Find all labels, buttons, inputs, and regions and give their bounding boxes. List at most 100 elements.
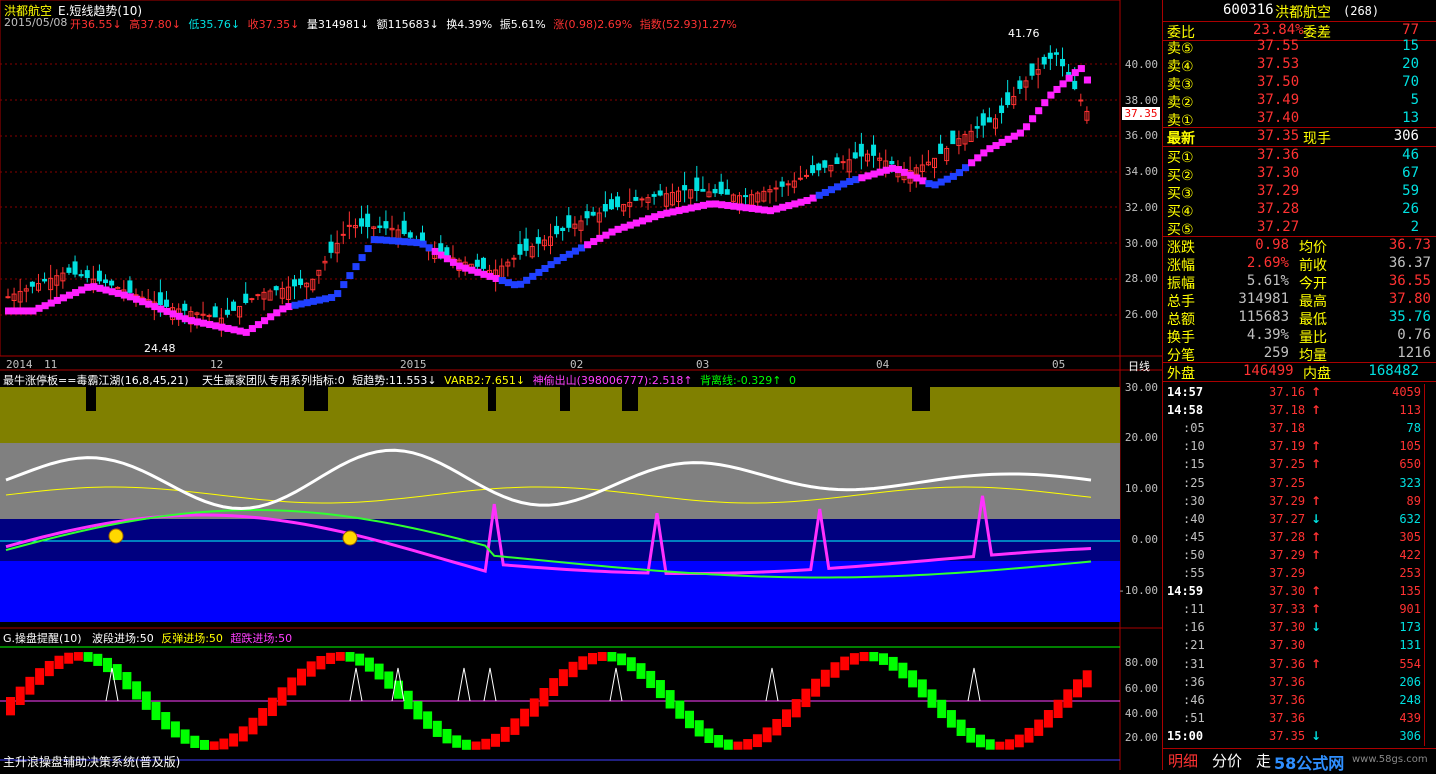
candle-body bbox=[163, 299, 169, 307]
tick-row[interactable]: :55 37.29 253 bbox=[1163, 565, 1436, 583]
level-row[interactable]: 卖④ 37.53 20 bbox=[1163, 56, 1436, 75]
candle-body bbox=[852, 152, 858, 159]
sub2-bar bbox=[25, 676, 35, 695]
tick-row[interactable]: :11 37.33 ↑ 901 bbox=[1163, 601, 1436, 619]
trend-band bbox=[974, 154, 982, 162]
webi-value: 23.84% bbox=[1253, 22, 1304, 38]
trend-band bbox=[992, 142, 1000, 150]
trend-band bbox=[1059, 80, 1067, 88]
tick-row[interactable]: 14:58 37.18 ↑ 113 bbox=[1163, 402, 1436, 420]
sub2-signal bbox=[349, 667, 363, 702]
candle-body bbox=[212, 306, 218, 318]
stat-value: 1216 bbox=[1397, 345, 1431, 361]
tick-row[interactable]: :15 37.25 ↑ 650 bbox=[1163, 456, 1436, 474]
tab-detail[interactable]: 明细 bbox=[1168, 750, 1198, 771]
tab-trend[interactable]: 走 bbox=[1256, 750, 1271, 771]
tick-price: 37.30 bbox=[1269, 584, 1306, 599]
level-row[interactable]: 卖② 37.49 5 bbox=[1163, 92, 1436, 111]
sub2-bar bbox=[1073, 679, 1082, 698]
sub2-part-2: 超跌进场:50 bbox=[230, 632, 293, 645]
candle-body bbox=[974, 126, 980, 129]
level-row[interactable]: 买② 37.30 67 bbox=[1163, 165, 1436, 184]
tick-row[interactable]: 14:57 37.16 ↑ 4059 bbox=[1163, 384, 1436, 402]
candle-body bbox=[999, 105, 1005, 114]
candle-body bbox=[785, 183, 791, 186]
sub2-bar bbox=[520, 708, 530, 727]
sub2-bar bbox=[1043, 710, 1053, 728]
sub1-y-tick: 20.00 bbox=[1124, 431, 1158, 444]
level-row[interactable]: 买⑤ 37.27 2 bbox=[1163, 219, 1436, 238]
stat-value: 115683 bbox=[1238, 309, 1289, 325]
candle-body bbox=[657, 190, 663, 196]
sub1-y-tick: 30.00 bbox=[1124, 381, 1158, 394]
level-price: 37.53 bbox=[1257, 56, 1300, 72]
sub2-y-tick: 20.00 bbox=[1124, 731, 1158, 744]
tab-price-distribution[interactable]: 分价 bbox=[1212, 750, 1242, 771]
trend-band bbox=[748, 204, 756, 212]
sub2-bar bbox=[510, 718, 520, 735]
quote-item-8: 涨(0.98)2.69% bbox=[553, 18, 636, 31]
tick-row[interactable]: 14:59 37.30 ↑ 135 bbox=[1163, 583, 1436, 601]
period-label[interactable]: 日线 bbox=[1128, 358, 1150, 374]
trend-band bbox=[175, 312, 183, 320]
candle-body bbox=[535, 237, 541, 244]
high-label: 41.76 bbox=[1008, 27, 1040, 40]
candle-body bbox=[517, 244, 523, 255]
stat-label: 最低 bbox=[1299, 312, 1327, 328]
trend-band bbox=[1016, 129, 1024, 137]
tick-row[interactable]: :30 37.29 ↑ 89 bbox=[1163, 493, 1436, 511]
candle-body bbox=[255, 294, 261, 297]
sub2-bar bbox=[44, 660, 54, 677]
tick-row[interactable]: :10 37.19 ↑ 105 bbox=[1163, 438, 1436, 456]
chart-area[interactable]: 洪都航空 E.短线趋势(10) 2015/05/08 开36.55↓ 高37.8… bbox=[0, 0, 1162, 770]
tick-row[interactable]: :45 37.28 ↑ 305 bbox=[1163, 529, 1436, 547]
level-row[interactable]: 卖⑤ 37.55 15 bbox=[1163, 38, 1436, 57]
stat-label: 最高 bbox=[1299, 294, 1327, 310]
level-row[interactable]: 买① 37.36 46 bbox=[1163, 147, 1436, 166]
trend-band bbox=[352, 263, 360, 271]
tick-row[interactable]: :51 37.36 439 bbox=[1163, 710, 1436, 728]
trend-band bbox=[1029, 115, 1037, 123]
tick-row[interactable]: :46 37.36 248 bbox=[1163, 692, 1436, 710]
trend-band bbox=[724, 201, 732, 209]
tick-row[interactable]: :40 37.27 ↓ 632 bbox=[1163, 511, 1436, 529]
tick-row[interactable]: :21 37.30 131 bbox=[1163, 637, 1436, 655]
tick-scrollbar[interactable] bbox=[1424, 384, 1436, 746]
tick-row[interactable]: :31 37.36 ↑ 554 bbox=[1163, 656, 1436, 674]
trend-band bbox=[553, 257, 561, 265]
level-row[interactable]: 卖③ 37.50 70 bbox=[1163, 74, 1436, 93]
level-row[interactable]: 买④ 37.28 26 bbox=[1163, 201, 1436, 220]
candle-body bbox=[523, 238, 529, 251]
stat-label: 总额 bbox=[1167, 312, 1195, 328]
trend-band bbox=[712, 200, 720, 208]
main-y-tick: 34.00 bbox=[1124, 165, 1158, 178]
trend-band bbox=[242, 328, 250, 336]
level-row[interactable]: 卖① 37.40 13 bbox=[1163, 110, 1436, 129]
level-row[interactable]: 买③ 37.29 59 bbox=[1163, 183, 1436, 202]
tick-row[interactable]: :25 37.25 323 bbox=[1163, 475, 1436, 493]
quote-line: 开36.55↓ 高37.80↓ 低35.76↓ 收37.35↓ 量314981↓… bbox=[70, 16, 741, 32]
candle-body bbox=[700, 188, 706, 192]
trend-band bbox=[108, 288, 116, 296]
sub2-bar bbox=[297, 668, 306, 686]
trend-band bbox=[571, 247, 579, 255]
trend-band bbox=[968, 159, 976, 167]
sub2-bar bbox=[976, 734, 985, 748]
stat-value: 37.80 bbox=[1388, 291, 1431, 307]
sub2-part-1: 反弹进场:50 bbox=[161, 632, 227, 645]
trend-band bbox=[382, 236, 391, 244]
sub2-bar bbox=[267, 697, 277, 717]
candle-body bbox=[682, 185, 688, 191]
tick-row[interactable]: 15:00 37.35 ↓ 306 bbox=[1163, 728, 1436, 746]
tick-row[interactable]: :36 37.36 206 bbox=[1163, 674, 1436, 692]
sub2-signal bbox=[967, 667, 981, 702]
quote-item-9: 指数(52.93)1.27% bbox=[639, 18, 737, 31]
sub2-part-0: 波段进场:50 bbox=[92, 632, 158, 645]
tick-row[interactable]: :50 37.29 ↑ 422 bbox=[1163, 547, 1436, 565]
trend-band bbox=[846, 178, 854, 186]
tick-row[interactable]: :05 37.18 78 bbox=[1163, 420, 1436, 438]
tick-row[interactable]: :16 37.30 ↓ 173 bbox=[1163, 619, 1436, 637]
trend-band bbox=[827, 186, 835, 194]
sub2-bar bbox=[500, 726, 510, 742]
sub2-signal bbox=[765, 667, 779, 702]
